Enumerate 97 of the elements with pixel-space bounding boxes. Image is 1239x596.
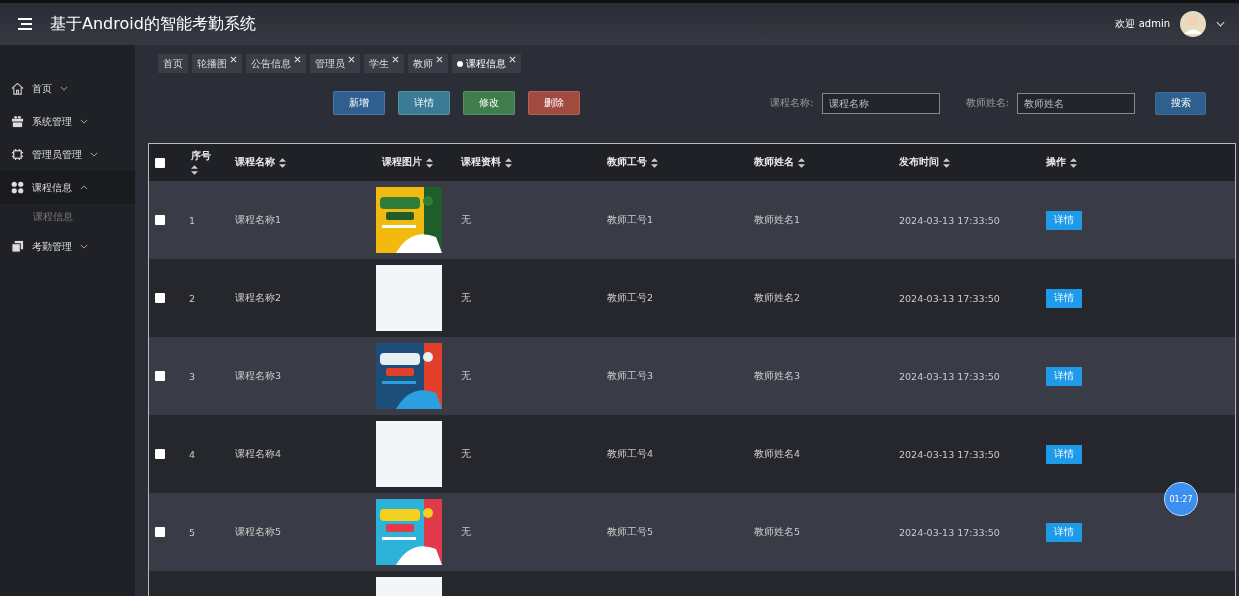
chevron-icon [80, 244, 88, 249]
table-cell: 教师工号3 [607, 369, 654, 383]
table-cell: 2024-03-13 17:33:50 [899, 526, 1000, 538]
select-all-checkbox[interactable] [155, 157, 165, 168]
table-cell: 课程名称2 [235, 291, 282, 305]
sort-icon[interactable] [426, 157, 433, 168]
column-header[interactable]: 序号 [183, 150, 229, 175]
row-checkbox[interactable] [155, 371, 165, 381]
table-cell: 教师工号2 [607, 291, 654, 305]
close-icon[interactable] [348, 56, 355, 63]
table-cell: 无 [461, 369, 471, 383]
sort-icon[interactable] [191, 165, 198, 175]
close-icon[interactable] [230, 56, 237, 63]
row-checkbox[interactable] [155, 215, 165, 225]
table-cell: 教师姓名4 [754, 447, 801, 461]
table-cell: 无 [461, 213, 471, 227]
table-cell: 教师工号4 [607, 447, 654, 461]
table-cell: 课程名称5 [235, 525, 282, 539]
table-cell: 无 [461, 291, 471, 305]
chevron-icon [80, 185, 88, 190]
close-icon[interactable] [294, 56, 301, 63]
table-cell: 3 [189, 370, 196, 382]
sidebar-item[interactable]: 管理员管理 [0, 138, 135, 171]
caret-icon[interactable] [1216, 21, 1225, 27]
table-cell: 2024-03-13 17:33:50 [899, 292, 1000, 304]
sort-icon[interactable] [505, 157, 512, 168]
field-label: 教师姓名: [965, 96, 1009, 110]
page-tab[interactable]: 管理员 [310, 54, 360, 73]
column-header[interactable]: 教师姓名 [748, 156, 893, 169]
column-header[interactable]: 操作 [1040, 156, 1235, 169]
blank-image [376, 265, 442, 331]
sidebar-item[interactable]: 考勤管理 [0, 230, 135, 263]
table-cell: 1 [189, 214, 196, 226]
table-cell: 5 [189, 526, 196, 538]
column-header[interactable]: 教师工号 [601, 156, 748, 169]
table-cell: 4 [189, 448, 196, 460]
avatar-icon[interactable] [1180, 11, 1206, 37]
action-button[interactable]: 新增 [333, 91, 385, 115]
sort-icon[interactable] [651, 157, 658, 168]
column-header[interactable]: 课程图片 [376, 156, 455, 169]
page-tab[interactable]: 首页 [158, 54, 188, 73]
row-checkbox[interactable] [155, 449, 165, 459]
field-label: 课程名称: [770, 96, 814, 110]
close-icon[interactable] [436, 56, 443, 63]
welcome-text: 欢迎 admin [1115, 17, 1170, 31]
table-cell: 2024-03-13 17:33:50 [899, 214, 1000, 226]
action-button[interactable]: 详情 [398, 91, 450, 115]
search-field[interactable]: 教师姓名 [1017, 92, 1135, 114]
chevron-icon [90, 152, 98, 157]
app-title: 基于Android的智能考勤系统 [50, 13, 256, 35]
table-cell: 2024-03-13 17:33:50 [899, 448, 1000, 460]
table-cell: 2024-03-13 17:33:50 [899, 370, 1000, 382]
search-field[interactable]: 课程名称 [821, 92, 940, 114]
table-cell: 教师工号5 [607, 525, 654, 539]
row-checkbox[interactable] [155, 527, 165, 537]
copy-icon [11, 240, 24, 253]
page-tab[interactable]: 学生 [364, 54, 404, 73]
table-cell: 教师姓名2 [754, 291, 801, 305]
sidebar-item[interactable]: 系统管理 [0, 105, 135, 138]
action-button[interactable]: 修改 [463, 91, 515, 115]
action-button[interactable]: 删除 [528, 91, 580, 115]
column-header[interactable]: 发布时间 [893, 156, 1040, 169]
gift-icon [11, 115, 24, 128]
home-icon [11, 82, 24, 95]
menu-icon[interactable] [18, 18, 32, 30]
column-header[interactable]: 课程名称 [229, 156, 376, 169]
sort-icon[interactable] [279, 157, 286, 168]
column-header[interactable]: 课程资料 [455, 156, 601, 169]
blank-image [376, 421, 442, 487]
search-button[interactable]: 搜索 [1155, 91, 1206, 115]
sort-icon[interactable] [1070, 157, 1077, 168]
table-cell: 教师姓名5 [754, 525, 801, 539]
page-tab[interactable]: 公告信息 [246, 54, 306, 73]
table-cell: 无 [461, 447, 471, 461]
table-cell: 教师姓名1 [754, 213, 801, 227]
sidebar-item[interactable]: 课程信息 [0, 171, 135, 204]
table-cell: 2 [189, 292, 196, 304]
sort-icon[interactable] [798, 157, 805, 168]
table-cell: 课程名称1 [235, 213, 282, 227]
page-tab[interactable]: 课程信息 [452, 54, 521, 73]
table-cell: 教师工号1 [607, 213, 654, 227]
close-icon[interactable] [509, 56, 516, 63]
table-cell: 课程名称3 [235, 369, 282, 383]
table-cell: 无 [461, 525, 471, 539]
sidebar-item[interactable]: 首页 [0, 72, 135, 105]
chevron-icon [80, 119, 88, 124]
page-tab[interactable]: 轮播图 [192, 54, 242, 73]
close-icon[interactable] [392, 56, 399, 63]
grid-icon [11, 181, 24, 194]
sort-icon[interactable] [943, 157, 950, 168]
chevron-icon [60, 86, 68, 91]
table-cell: 教师姓名3 [754, 369, 801, 383]
page-tab[interactable]: 教师 [408, 54, 448, 73]
row-checkbox[interactable] [155, 293, 165, 303]
sidebar-subitem[interactable]: 课程信息 [0, 204, 135, 230]
table-cell: 课程名称4 [235, 447, 282, 461]
chip-icon [11, 148, 24, 161]
